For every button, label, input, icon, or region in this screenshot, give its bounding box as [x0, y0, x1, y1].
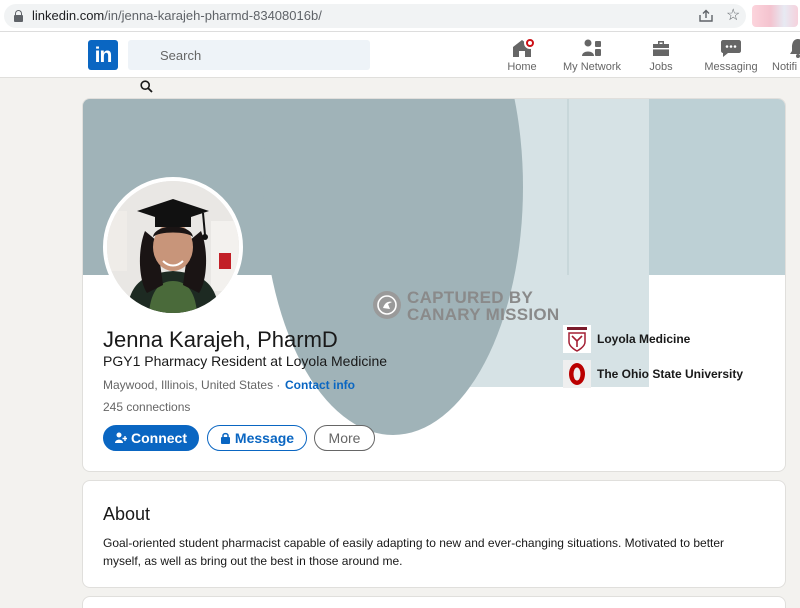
nav-label: Home — [507, 61, 537, 73]
url-field[interactable]: linkedin.com/in/jenna-karajeh-pharmd-834… — [4, 4, 746, 28]
message-label: Message — [234, 430, 295, 446]
ohio-state-logo — [563, 360, 591, 388]
contact-info-link[interactable]: Contact info — [285, 377, 355, 393]
profile-name: Jenna Karajeh, PharmD — [103, 327, 338, 352]
profile-photo — [107, 181, 239, 313]
profile-card: CAPTURED BY CANARY MISSION Jenna Karajeh… — [82, 98, 786, 472]
about-title: About — [103, 504, 151, 524]
my-network-icon — [582, 39, 601, 56]
more-button[interactable]: More — [314, 425, 375, 451]
url-path: /in/jenna-karajeh-pharmd-83408016b/ — [104, 8, 322, 23]
loyola-medicine-logo — [563, 325, 591, 353]
education-name: Loyola Medicine — [597, 332, 691, 346]
connect-label: Connect — [131, 430, 187, 446]
watermark-line2: CANARY MISSION — [407, 305, 560, 324]
connect-button[interactable]: Connect — [103, 425, 199, 451]
nav-label: Notifi — [772, 61, 798, 73]
extension-area[interactable] — [752, 5, 798, 27]
about-text: Goal-oriented student pharmacist capable… — [103, 536, 725, 568]
share-icon[interactable] — [698, 9, 714, 23]
education-name: The Ohio State University — [597, 367, 744, 381]
nav-home[interactable]: Home — [504, 37, 540, 77]
browser-address-bar: linkedin.com/in/jenna-karajeh-pharmd-834… — [0, 0, 800, 32]
nav-label: My Network — [562, 61, 622, 73]
connections-count: 245 connections — [103, 400, 191, 414]
location-text: Maywood, Illinois, United States — [103, 378, 274, 392]
nav-label: Jobs — [649, 61, 673, 73]
banner-divider — [567, 99, 569, 275]
profile-headline: PGY1 Pharmacy Resident at Loyola Medicin… — [103, 353, 388, 369]
watermark-text: CAPTURED BY CANARY MISSION — [407, 289, 560, 323]
profile-location: Maywood, Illinois, United States · — [103, 377, 280, 393]
avatar[interactable] — [103, 177, 243, 317]
search-icon — [140, 80, 153, 93]
location-separator: · — [273, 378, 281, 392]
bell-icon — [790, 39, 800, 58]
canary-logo-icon — [373, 291, 401, 319]
nav-messaging[interactable]: Messaging — [703, 37, 759, 77]
lock-icon — [220, 432, 230, 444]
nav-notifications[interactable]: Notifi — [772, 37, 800, 77]
about-card: About Goal-oriented student pharmacist c… — [82, 480, 786, 588]
url-host: linkedin.com — [32, 8, 105, 23]
message-button[interactable]: Message — [207, 425, 307, 451]
nav-my-network[interactable]: My Network — [560, 37, 624, 77]
add-person-icon — [115, 432, 127, 443]
nav-jobs[interactable]: Jobs — [645, 37, 677, 77]
lock-icon — [14, 10, 23, 22]
notification-badge — [524, 37, 536, 49]
nav-label: Messaging — [704, 61, 758, 73]
messaging-icon — [721, 40, 741, 57]
linkedin-navbar: in Home My Network Jobs — [0, 32, 800, 93]
briefcase-icon — [653, 41, 669, 56]
url-text: linkedin.com/in/jenna-karajeh-pharmd-834… — [32, 8, 322, 23]
linkedin-logo[interactable]: in — [88, 40, 118, 70]
watermark-line1: CAPTURED BY — [407, 288, 534, 307]
bookmark-star-icon[interactable]: ☆ — [726, 7, 740, 25]
next-section-card — [82, 596, 786, 608]
search-input[interactable] — [160, 46, 360, 64]
